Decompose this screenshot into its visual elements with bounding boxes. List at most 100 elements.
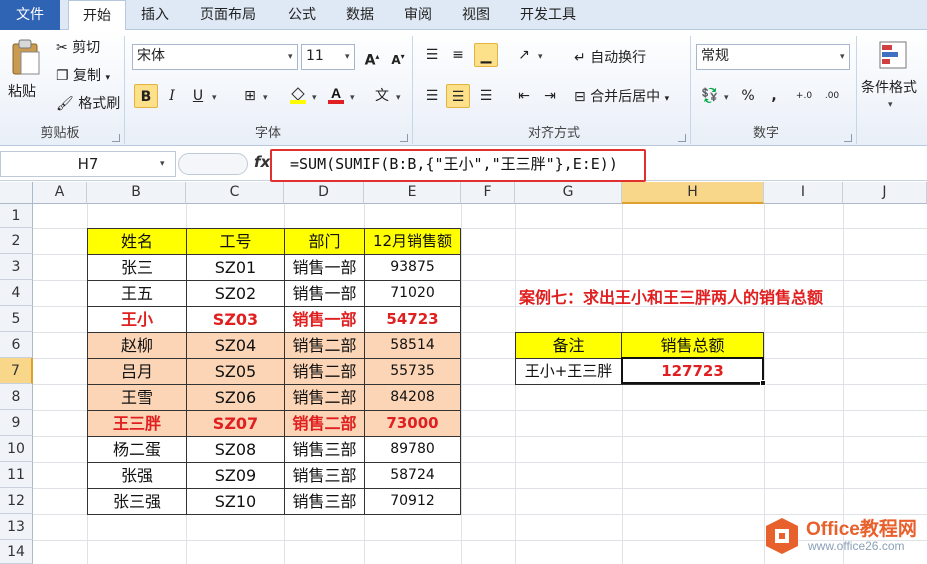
- percent-button[interactable]: %: [736, 84, 760, 108]
- summary-header-cell[interactable]: 备注: [515, 332, 622, 359]
- row-header[interactable]: 1: [0, 204, 33, 228]
- dialog-launcher-icon[interactable]: [400, 134, 408, 142]
- column-header[interactable]: E: [364, 182, 461, 204]
- wrap-text-button[interactable]: ↵ 自动换行: [574, 48, 646, 68]
- increase-font-icon[interactable]: A▴: [360, 45, 384, 69]
- table-cell[interactable]: 王雪: [87, 384, 187, 411]
- orientation-icon[interactable]: ↗: [512, 43, 536, 67]
- align-bottom-icon[interactable]: ▁: [474, 43, 498, 67]
- row-header[interactable]: 12: [0, 488, 33, 514]
- column-header[interactable]: I: [764, 182, 843, 204]
- row-header[interactable]: 4: [0, 280, 33, 306]
- table-cell[interactable]: SZ07: [186, 410, 285, 437]
- align-middle-icon[interactable]: ≡: [446, 43, 470, 67]
- name-box[interactable]: H7: [0, 151, 176, 177]
- table-cell[interactable]: SZ06: [186, 384, 285, 411]
- fill-handle[interactable]: [760, 380, 766, 386]
- cut-button[interactable]: ✂ 剪切: [56, 38, 100, 58]
- row-header[interactable]: 8: [0, 384, 33, 410]
- table-cell[interactable]: 销售一部: [284, 254, 365, 281]
- decrease-decimal-icon[interactable]: .00: [820, 84, 844, 108]
- table-cell[interactable]: SZ08: [186, 436, 285, 463]
- row-header[interactable]: 6: [0, 332, 33, 358]
- table-cell[interactable]: SZ10: [186, 488, 285, 515]
- paste-button[interactable]: 粘贴: [6, 36, 46, 106]
- phonetic-icon[interactable]: 文: [370, 84, 394, 108]
- select-all-corner[interactable]: [0, 182, 33, 204]
- row-header[interactable]: 10: [0, 436, 33, 462]
- table-header-cell[interactable]: 12月销售额: [364, 228, 461, 255]
- table-cell[interactable]: 销售二部: [284, 410, 365, 437]
- dialog-launcher-icon[interactable]: [678, 134, 686, 142]
- align-left-icon[interactable]: ☰: [420, 84, 444, 108]
- column-header[interactable]: H: [622, 182, 764, 204]
- font-color-icon[interactable]: A: [324, 84, 348, 108]
- format-painter-button[interactable]: 🖌 格式刷: [56, 94, 120, 114]
- increase-indent-icon[interactable]: ⇥: [538, 84, 562, 108]
- align-right-icon[interactable]: ☰: [474, 84, 498, 108]
- table-cell[interactable]: 销售二部: [284, 384, 365, 411]
- table-cell[interactable]: 55735: [364, 358, 461, 385]
- table-cell[interactable]: 84208: [364, 384, 461, 411]
- tab-view[interactable]: 视图: [450, 0, 502, 30]
- table-cell[interactable]: 销售三部: [284, 488, 365, 515]
- table-cell[interactable]: 销售一部: [284, 306, 365, 333]
- insert-function-icon[interactable]: fx: [254, 153, 270, 171]
- row-header[interactable]: 7: [0, 358, 33, 384]
- table-cell[interactable]: SZ05: [186, 358, 285, 385]
- bold-button[interactable]: B: [134, 84, 158, 108]
- number-format-select[interactable]: 常规: [696, 44, 850, 70]
- table-cell[interactable]: 销售一部: [284, 280, 365, 307]
- table-cell[interactable]: 张三强: [87, 488, 187, 515]
- table-header-cell[interactable]: 部门: [284, 228, 365, 255]
- table-cell[interactable]: 93875: [364, 254, 461, 281]
- table-cell[interactable]: SZ03: [186, 306, 285, 333]
- font-name-select[interactable]: 宋体: [132, 44, 298, 70]
- table-cell[interactable]: 吕月: [87, 358, 187, 385]
- align-top-icon[interactable]: ☰: [420, 43, 444, 67]
- tab-data[interactable]: 数据: [334, 0, 386, 30]
- table-cell[interactable]: SZ09: [186, 462, 285, 489]
- table-cell[interactable]: 70912: [364, 488, 461, 515]
- comma-button[interactable]: ,: [762, 84, 786, 108]
- column-header[interactable]: A: [33, 182, 87, 204]
- formula-bar-expand-handle[interactable]: [178, 153, 248, 175]
- underline-button[interactable]: U: [186, 84, 210, 108]
- merge-center-button[interactable]: ⊟ 合并后居中 ▾: [574, 87, 669, 109]
- table-cell[interactable]: 54723: [364, 306, 461, 333]
- table-cell[interactable]: 张强: [87, 462, 187, 489]
- table-cell[interactable]: 杨二蛋: [87, 436, 187, 463]
- summary-header-cell[interactable]: 销售总额: [621, 332, 764, 359]
- table-header-cell[interactable]: 工号: [186, 228, 285, 255]
- row-header[interactable]: 14: [0, 540, 33, 564]
- column-header[interactable]: G: [515, 182, 622, 204]
- row-header[interactable]: 2: [0, 228, 33, 254]
- column-header[interactable]: J: [843, 182, 927, 204]
- dialog-launcher-icon[interactable]: [844, 134, 852, 142]
- tab-insert[interactable]: 插入: [128, 0, 182, 30]
- increase-decimal-icon[interactable]: +.0: [792, 84, 816, 108]
- table-cell[interactable]: SZ01: [186, 254, 285, 281]
- column-header[interactable]: C: [186, 182, 284, 204]
- column-header[interactable]: D: [284, 182, 364, 204]
- tab-page-layout[interactable]: 页面布局: [188, 0, 268, 30]
- tab-file[interactable]: 文件: [0, 0, 60, 30]
- borders-icon[interactable]: ⊞: [238, 84, 262, 108]
- fill-color-icon[interactable]: [286, 84, 310, 108]
- row-header[interactable]: 3: [0, 254, 33, 280]
- tab-developer[interactable]: 开发工具: [508, 0, 588, 30]
- table-header-cell[interactable]: 姓名: [87, 228, 187, 255]
- table-cell[interactable]: 销售三部: [284, 462, 365, 489]
- table-cell[interactable]: SZ02: [186, 280, 285, 307]
- column-header[interactable]: B: [87, 182, 186, 204]
- row-header[interactable]: 13: [0, 514, 33, 540]
- italic-button[interactable]: I: [160, 84, 184, 108]
- table-cell[interactable]: 89780: [364, 436, 461, 463]
- table-cell[interactable]: 王小: [87, 306, 187, 333]
- table-cell[interactable]: 王三胖: [87, 410, 187, 437]
- row-header[interactable]: 9: [0, 410, 33, 436]
- copy-button[interactable]: ❐ 复制 ▾: [56, 66, 110, 88]
- align-center-icon[interactable]: ☰: [446, 84, 470, 108]
- currency-icon[interactable]: 💱: [698, 84, 722, 108]
- table-cell[interactable]: SZ04: [186, 332, 285, 359]
